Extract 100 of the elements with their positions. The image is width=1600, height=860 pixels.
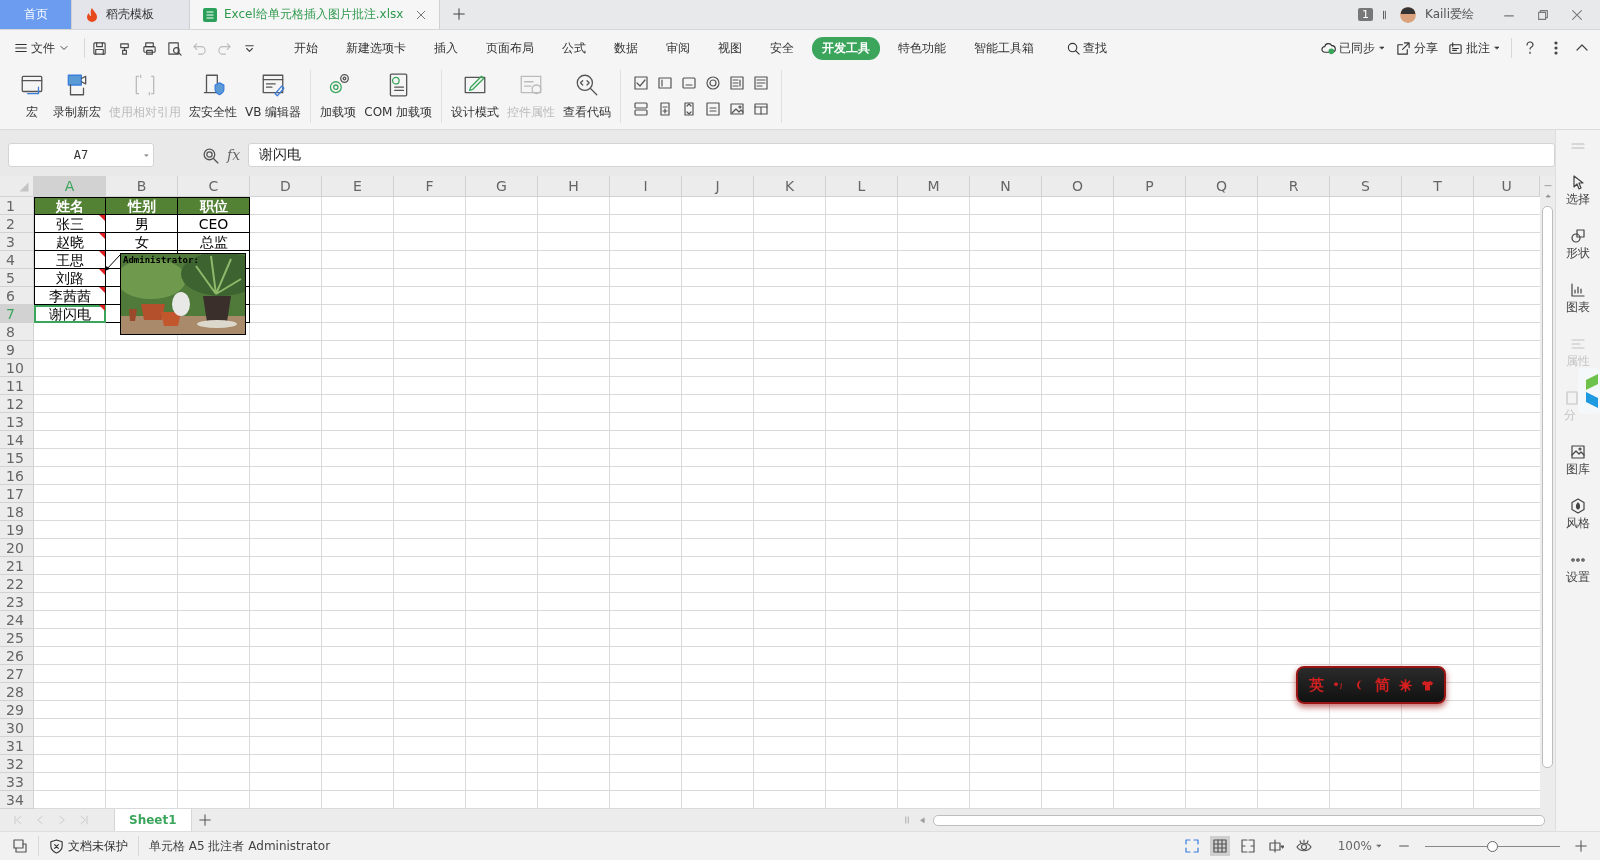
ribbon-tab[interactable]: 开始 — [284, 36, 328, 60]
column-header[interactable]: I — [610, 176, 682, 197]
column-header[interactable]: K — [754, 176, 826, 197]
column-header[interactable]: S — [1330, 176, 1402, 197]
side-panel-button[interactable]: 图库 — [1566, 444, 1590, 478]
row-header[interactable]: 2 — [0, 215, 34, 233]
row-header[interactable]: 4 — [0, 251, 34, 269]
protection-status[interactable]: 文档未保护 — [49, 837, 128, 855]
user-name[interactable]: Kaili爱绘 — [1425, 6, 1474, 23]
column-header[interactable]: U — [1474, 176, 1540, 197]
row-header[interactable]: 28 — [0, 683, 34, 701]
row-header[interactable]: 31 — [0, 737, 34, 755]
row-header[interactable]: 18 — [0, 503, 34, 521]
document-tab[interactable]: 首页 — [0, 0, 72, 29]
row-header[interactable]: 32 — [0, 755, 34, 773]
row-header[interactable]: 34 — [0, 791, 34, 809]
row-header[interactable]: 23 — [0, 593, 34, 611]
row-header[interactable]: 16 — [0, 467, 34, 485]
table-cell[interactable]: 王思 — [34, 251, 106, 269]
row-header[interactable]: 33 — [0, 773, 34, 791]
row-header[interactable]: 19 — [0, 521, 34, 539]
table-cell[interactable]: 刘路 — [34, 269, 106, 287]
row-header[interactable]: 27 — [0, 665, 34, 683]
row-header[interactable]: 12 — [0, 395, 34, 413]
column-header[interactable]: H — [538, 176, 610, 197]
ribbon-button[interactable]: 宏安全性 — [186, 70, 240, 123]
side-panel-button[interactable]: 风格 — [1566, 498, 1590, 532]
sync-button[interactable]: 已同步 — [1321, 39, 1386, 57]
comment-tooltip[interactable]: Administrator: — [120, 253, 246, 335]
row-header[interactable]: 17 — [0, 485, 34, 503]
table-cell[interactable]: 谢闪电 — [34, 305, 106, 323]
ribbon-tab[interactable]: 数据 — [604, 36, 648, 60]
side-panel-button[interactable]: 设置 — [1566, 552, 1590, 586]
column-header[interactable]: L — [826, 176, 898, 197]
ribbon-button[interactable]: 查看代码 — [560, 70, 615, 123]
row-header[interactable]: 8 — [0, 323, 34, 341]
column-header[interactable]: Q — [1186, 176, 1258, 197]
row-header[interactable]: 26 — [0, 647, 34, 665]
document-tab[interactable]: Excel给单元格插入图片批注.xlsx — [190, 0, 440, 29]
row-header[interactable]: 9 — [0, 341, 34, 359]
ribbon-tab[interactable]: 开发工具 — [812, 36, 880, 60]
side-panel-button[interactable]: 图表 — [1566, 282, 1590, 316]
column-header[interactable]: B — [106, 176, 178, 197]
comment-button[interactable]: 批注 — [1448, 39, 1501, 57]
column-header[interactable]: J — [682, 176, 754, 197]
column-header[interactable]: P — [1114, 176, 1186, 197]
name-box[interactable]: A7 — [8, 143, 154, 167]
column-header[interactable]: C — [178, 176, 250, 197]
column-header[interactable]: N — [970, 176, 1042, 197]
row-header[interactable]: 29 — [0, 701, 34, 719]
ribbon-button[interactable]: COM 加载项 — [361, 70, 436, 123]
row-header[interactable]: 13 — [0, 413, 34, 431]
row-header[interactable]: 6 — [0, 287, 34, 305]
table-cell[interactable]: 总监 — [178, 233, 250, 251]
table-cell[interactable]: 李茜茜 — [34, 287, 106, 305]
table-cell[interactable]: 张三 — [34, 215, 106, 233]
column-header[interactable]: R — [1258, 176, 1330, 197]
table-cell[interactable]: CEO — [178, 215, 250, 233]
ribbon-tab[interactable]: 页面布局 — [476, 36, 544, 60]
row-header[interactable]: 25 — [0, 629, 34, 647]
function-label[interactable]: fx — [227, 147, 241, 163]
ribbon-tab[interactable]: 视图 — [708, 36, 752, 60]
sheet-tab[interactable]: Sheet1 — [114, 809, 192, 831]
header-cell[interactable]: 姓名 — [34, 197, 106, 215]
row-header[interactable]: 15 — [0, 449, 34, 467]
header-cell[interactable]: 职位 — [178, 197, 250, 215]
ribbon-tab[interactable]: 安全 — [760, 36, 804, 60]
ribbon-tab[interactable]: 智能工具箱 — [964, 36, 1044, 60]
document-tab[interactable]: 稻壳模板 — [72, 0, 190, 29]
row-header[interactable]: 22 — [0, 575, 34, 593]
ribbon-tab[interactable]: 插入 — [424, 36, 468, 60]
row-header[interactable]: 24 — [0, 611, 34, 629]
row-header[interactable]: 20 — [0, 539, 34, 557]
table-cell[interactable]: 男 — [106, 215, 178, 233]
table-cell[interactable]: 赵晓 — [34, 233, 106, 251]
ribbon-tab[interactable]: 特色功能 — [888, 36, 956, 60]
row-header[interactable]: 30 — [0, 719, 34, 737]
side-panel-button[interactable]: 选择 — [1566, 174, 1590, 208]
column-header[interactable]: E — [322, 176, 394, 197]
row-header[interactable]: 5 — [0, 269, 34, 287]
header-cell[interactable]: 性别 — [106, 197, 178, 215]
ribbon-button[interactable]: 加载项 — [317, 70, 360, 123]
ribbon-tab[interactable]: 审阅 — [656, 36, 700, 60]
formula-field[interactable]: 谢闪电 — [248, 143, 1555, 167]
script-mode-label[interactable]: 简 — [1374, 675, 1390, 695]
row-header[interactable]: 10 — [0, 359, 34, 377]
ribbon-button[interactable]: 设计模式 — [448, 70, 503, 123]
file-menu[interactable]: 文件 — [10, 37, 74, 59]
language-mode-label[interactable]: 英 — [1308, 675, 1324, 695]
column-header[interactable]: T — [1402, 176, 1474, 197]
column-header[interactable]: D — [250, 176, 322, 197]
zoom-level[interactable]: 100% — [1331, 838, 1389, 854]
ribbon-button[interactable]: VB 编辑器 — [242, 70, 305, 123]
ime-toolbar[interactable]: 英 简 — [1296, 666, 1446, 704]
side-panel-button[interactable]: 形状 — [1566, 228, 1590, 262]
column-header[interactable]: O — [1042, 176, 1114, 197]
share-button[interactable]: 分享 — [1396, 39, 1438, 57]
row-header[interactable]: 14 — [0, 431, 34, 449]
ribbon-button[interactable]: 录制新宏 — [50, 70, 104, 123]
row-header[interactable]: 1 — [0, 197, 34, 215]
